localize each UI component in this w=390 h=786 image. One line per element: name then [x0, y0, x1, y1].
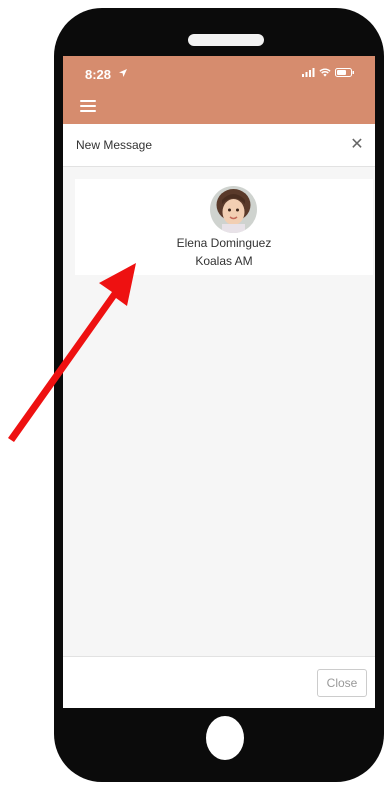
status-time: 8:28 — [85, 67, 112, 82]
modal-footer: Close — [63, 656, 375, 708]
recipient-class: Koalas AM — [195, 254, 253, 268]
close-button[interactable]: Close — [317, 669, 367, 697]
location-arrow-icon — [119, 69, 127, 77]
modal-title: New Message — [76, 138, 153, 152]
close-icon[interactable]: ✕ — [348, 136, 366, 154]
status-bar: 8:28 — [63, 56, 375, 92]
battery-icon — [335, 68, 354, 77]
child-photo-avatar — [210, 186, 257, 233]
stage: 8:28 New Message ✕ Elena Dominguez Koala… — [0, 0, 390, 786]
modal-header: New Message ✕ — [63, 124, 375, 167]
phone-screen: 8:28 New Message ✕ Elena Dominguez Koala… — [63, 56, 375, 708]
phone-speaker — [188, 34, 264, 46]
modal-body: Elena Dominguez Koalas AM — [63, 167, 375, 655]
cellular-signal-icon — [302, 68, 315, 77]
recipient-name: Elena Dominguez — [176, 236, 272, 250]
recipient-card[interactable]: Elena Dominguez Koalas AM — [75, 179, 373, 275]
hamburger-menu-icon[interactable] — [80, 100, 96, 112]
avatar-photo — [210, 186, 257, 233]
home-button[interactable] — [206, 716, 244, 760]
wifi-icon — [319, 68, 331, 77]
status-icons — [302, 68, 355, 77]
